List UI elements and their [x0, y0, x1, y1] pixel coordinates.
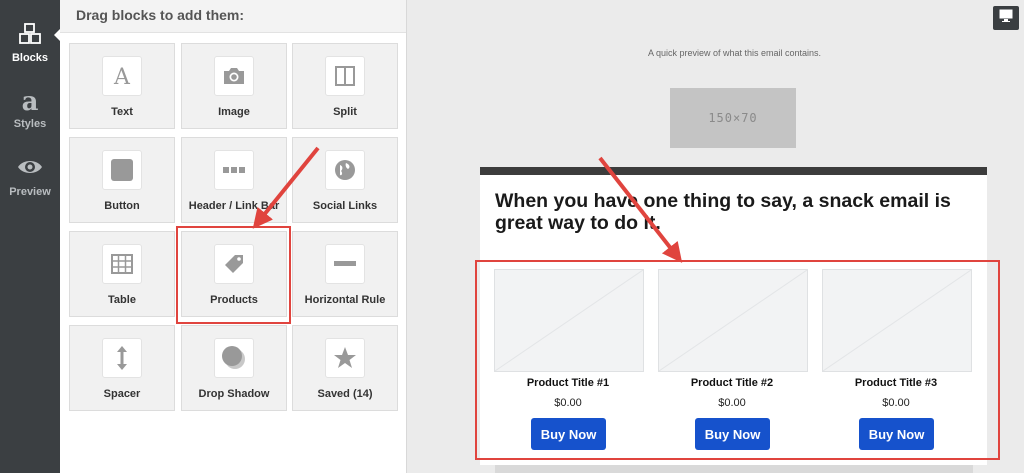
rail-item-preview[interactable]: Preview — [0, 156, 60, 198]
table-icon — [102, 244, 142, 284]
block-label: Spacer — [103, 388, 141, 400]
email-heading[interactable]: When you have one thing to say, a snack … — [495, 190, 975, 234]
svg-text:A: A — [113, 65, 131, 88]
block-label: Button — [104, 200, 140, 212]
globe-icon — [325, 150, 365, 190]
star-icon — [325, 338, 365, 378]
panel-header: Drag blocks to add them: — [60, 0, 406, 33]
logo-placeholder-text: 150×70 — [708, 111, 758, 125]
block-tile-spacer[interactable]: Spacer — [69, 325, 175, 411]
panel-title: Drag blocks to add them: — [76, 7, 245, 23]
email-top-bar — [480, 167, 987, 175]
rail-label-preview: Preview — [9, 186, 51, 198]
blocks-panel: Drag blocks to add them: A Text Image Sp… — [60, 0, 407, 473]
rail-item-blocks[interactable]: Blocks — [0, 22, 60, 64]
rail-label-styles: Styles — [13, 118, 47, 130]
email-preheader: A quick preview of what this email conta… — [647, 48, 822, 58]
block-label: Split — [333, 106, 357, 118]
block-label: Table — [108, 294, 136, 306]
block-tile-image[interactable]: Image — [181, 43, 287, 129]
products-highlight-box — [176, 226, 291, 324]
text-icon: A — [102, 56, 142, 96]
split-icon — [325, 56, 365, 96]
eye-icon — [0, 156, 60, 186]
logo-placeholder[interactable]: 150×70 — [670, 88, 796, 148]
block-label: Header / Link Bar — [188, 200, 280, 212]
block-label: Image — [218, 106, 250, 118]
spacer-icon — [102, 338, 142, 378]
block-tile-social-links[interactable]: Social Links — [292, 137, 398, 223]
left-rail: Blocks a Styles Preview — [0, 0, 61, 473]
block-tile-horizontal-rule[interactable]: Horizontal Rule — [292, 231, 398, 317]
block-tile-saved[interactable]: Saved (14) — [292, 325, 398, 411]
block-label: Drop Shadow — [198, 388, 270, 400]
block-label: Saved (14) — [317, 388, 373, 400]
block-label: Social Links — [312, 200, 378, 212]
desktop-view-button[interactable] — [993, 6, 1019, 30]
camera-icon — [214, 56, 254, 96]
block-tile-table[interactable]: Table — [69, 231, 175, 317]
desktop-icon — [999, 9, 1013, 27]
block-tile-button[interactable]: Button — [69, 137, 175, 223]
drop-shadow-icon — [214, 338, 254, 378]
svg-text:a: a — [22, 88, 39, 116]
block-tile-header-link-bar[interactable]: Header / Link Bar — [181, 137, 287, 223]
block-tile-drop-shadow[interactable]: Drop Shadow — [181, 325, 287, 411]
blocks-icon — [0, 22, 60, 52]
horizontal-rule-icon — [325, 244, 365, 284]
rail-label-blocks: Blocks — [11, 52, 49, 64]
block-tile-split[interactable]: Split — [292, 43, 398, 129]
button-icon — [102, 150, 142, 190]
block-tile-text[interactable]: A Text — [69, 43, 175, 129]
products-row-highlight-box — [475, 260, 1000, 460]
block-label: Text — [111, 106, 133, 118]
styles-icon: a — [0, 87, 60, 118]
rail-item-styles[interactable]: a Styles — [0, 87, 60, 130]
block-label: Horizontal Rule — [304, 294, 386, 306]
next-block-strip — [495, 465, 973, 473]
dots-icon — [214, 150, 254, 190]
